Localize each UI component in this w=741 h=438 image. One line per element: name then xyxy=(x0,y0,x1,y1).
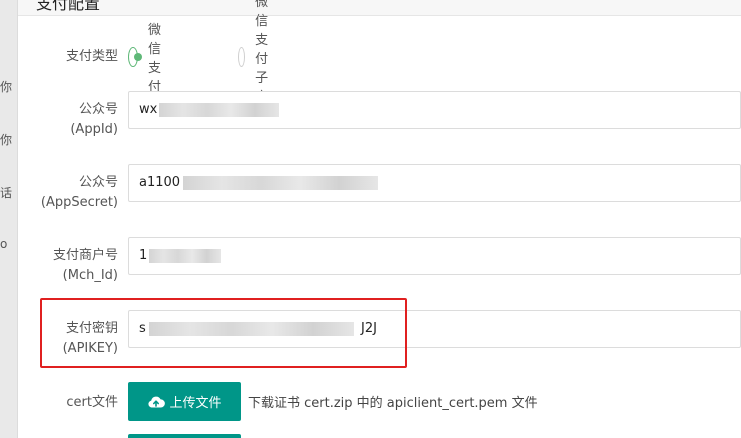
appsecret-label-main: 公众号 xyxy=(78,175,118,190)
upload-file-button-next[interactable] xyxy=(128,434,241,438)
appsecret-value: a1100 xyxy=(139,175,181,190)
appsecret-input[interactable]: a1100 xyxy=(128,164,741,202)
panel-title: 支付配置 xyxy=(36,0,101,13)
radio-wechat-sub-merchant[interactable]: 微信支付子商户 xyxy=(238,0,281,124)
mch-id-input[interactable]: 1 xyxy=(128,237,741,275)
appid-label: 公众号 (AppId) xyxy=(18,100,118,140)
redaction-mask xyxy=(159,103,279,117)
sidebar-fragment[interactable]: 你 xyxy=(0,131,18,148)
appid-input[interactable]: wx xyxy=(128,91,741,129)
redaction-mask xyxy=(149,322,354,336)
appsecret-label: 公众号 (AppSecret) xyxy=(18,173,118,213)
mch-id-label-sub: (Mch_Id) xyxy=(62,268,118,283)
pay-type-label: 支付类型 xyxy=(65,49,118,64)
appid-label-sub: (AppId) xyxy=(70,122,118,137)
mch-id-value: 1 xyxy=(139,248,148,263)
apikey-value-tail: J2J xyxy=(361,321,377,336)
redaction-mask xyxy=(183,176,378,190)
sidebar-fragment[interactable]: 你 xyxy=(0,78,18,95)
cert-label: cert文件 xyxy=(66,395,118,410)
left-sidebar-strip: 你 你 话 o xyxy=(0,0,18,438)
apikey-input[interactable]: s J2J xyxy=(128,310,741,348)
mch-id-label: 支付商户号 (Mch_Id) xyxy=(18,246,118,286)
panel-header: 支付配置 xyxy=(18,0,741,16)
appsecret-label-sub: (AppSecret) xyxy=(40,195,118,210)
apikey-label-main: 支付密钥 xyxy=(65,321,118,336)
apikey-label: 支付密钥 (APIKEY) xyxy=(18,319,118,359)
mch-id-label-main: 支付商户号 xyxy=(52,248,118,263)
radio-label: 微信支付 xyxy=(147,23,161,95)
radio-checked-icon[interactable] xyxy=(128,47,142,67)
upload-button-label: 上传文件 xyxy=(169,396,222,411)
sidebar-fragment[interactable]: o xyxy=(0,237,18,251)
sidebar-fragment[interactable]: 话 xyxy=(0,184,18,201)
apikey-label-sub: (APIKEY) xyxy=(62,341,118,356)
appid-label-main: 公众号 xyxy=(78,102,118,117)
radio-wechat-pay[interactable]: 微信支付 xyxy=(128,23,171,95)
cert-hint-text: 下载证书 cert.zip 中的 apiclient_cert.pem 文件 xyxy=(248,396,538,411)
payment-config-panel: 支付配置 支付类型 微信支付 微信支付子商户 公众号 (AppId) wx 公众… xyxy=(18,0,741,438)
cloud-upload-icon xyxy=(148,396,166,407)
upload-file-button[interactable]: 上传文件 xyxy=(128,382,241,421)
redaction-mask xyxy=(149,249,221,263)
appid-value: wx xyxy=(139,102,158,117)
radio-unchecked-icon[interactable] xyxy=(238,47,246,67)
apikey-value: s xyxy=(139,321,146,336)
